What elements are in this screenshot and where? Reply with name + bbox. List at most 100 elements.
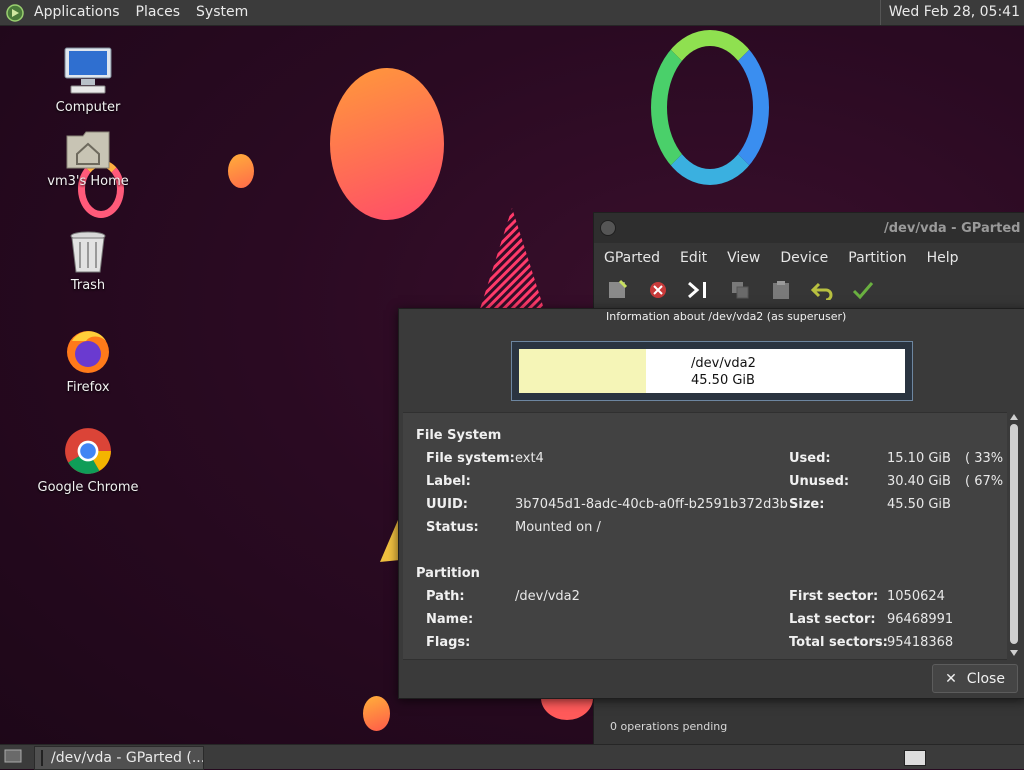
wallpaper-orange-oval — [330, 68, 444, 220]
status-value: Mounted on / — [515, 520, 601, 535]
apply-icon — [852, 282, 874, 300]
close-button-label: Close — [966, 670, 1005, 687]
file-system-section-title: File System — [416, 428, 502, 443]
applications-menu[interactable]: Applications — [26, 0, 128, 25]
path-value: /dev/vda2 — [515, 589, 580, 604]
desktop-icon-label: Computer — [55, 100, 121, 115]
computer-icon — [64, 47, 112, 94]
scrollbar-thumb[interactable] — [1010, 424, 1018, 644]
copy-button[interactable] — [725, 277, 755, 303]
gparted-titlebar[interactable]: /dev/vda - GParted (as s — [594, 213, 1024, 243]
wallpaper-small-orange-dot — [228, 154, 254, 188]
scroll-up-arrow-icon[interactable] — [1010, 414, 1018, 420]
flags-label: Flags: — [426, 635, 471, 650]
places-menu[interactable]: Places — [128, 0, 189, 25]
bottom-taskbar: /dev/vda - GParted (... — [0, 744, 1024, 770]
unused-percent: ( 67% ) — [965, 474, 1007, 489]
workspace-switcher[interactable] — [904, 750, 926, 766]
delete-partition-button[interactable] — [643, 277, 673, 303]
gparted-toolbar — [594, 273, 1024, 307]
show-desktop-icon[interactable] — [4, 748, 22, 764]
uuid-label: UUID: — [426, 497, 468, 512]
menu-gparted[interactable]: GParted — [594, 250, 670, 266]
resize-move-icon — [688, 281, 706, 299]
menu-view[interactable]: View — [717, 250, 770, 266]
path-label: Path: — [426, 589, 465, 604]
taskbar-item-gparted[interactable]: /dev/vda - GParted (... — [34, 746, 204, 770]
file-system-label: File system: — [426, 451, 515, 466]
total-sectors-label: Total sectors: — [789, 635, 888, 650]
status-label: Status: — [426, 520, 479, 535]
partition-bar-size: 45.50 GiB — [691, 373, 755, 388]
menu-partition[interactable]: Partition — [838, 250, 916, 266]
clock[interactable]: Wed Feb 28, 05:41 — [879, 0, 1020, 25]
desktop-icon-chrome[interactable]: Google Chrome — [33, 426, 143, 495]
partition-graphic: /dev/vda2 45.50 GiB — [511, 341, 913, 401]
partition-bar-device: /dev/vda2 — [691, 356, 756, 371]
total-sectors-value: 95418368 — [887, 635, 954, 650]
resize-move-button[interactable] — [684, 277, 714, 303]
top-panel: Applications Places System Wed Feb 28, 0… — [0, 0, 1024, 26]
trash-icon — [70, 231, 106, 273]
last-sector-label: Last sector: — [789, 612, 876, 627]
label-label: Label: — [426, 474, 471, 489]
delete-icon — [650, 282, 666, 298]
partition-used-fill — [519, 349, 647, 393]
desktop-icon-computer[interactable]: Computer — [33, 46, 143, 115]
first-sector-value: 1050624 — [887, 589, 945, 604]
undo-icon — [810, 282, 833, 300]
close-icon: ✕ — [945, 670, 957, 687]
menu-device[interactable]: Device — [770, 250, 838, 266]
gparted-menubar: GParted Edit View Device Partition Help — [594, 243, 1024, 273]
close-button[interactable]: ✕ Close — [932, 664, 1018, 693]
window-title: /dev/vda - GParted (as s — [884, 221, 1024, 236]
file-system-value: ext4 — [515, 451, 544, 466]
desktop-icon-label: Google Chrome — [37, 480, 139, 495]
desktop-icon-home[interactable]: vm3's Home — [33, 130, 143, 189]
system-menu[interactable]: System — [188, 0, 256, 25]
home-folder-icon — [66, 131, 110, 169]
new-partition-button[interactable] — [602, 277, 632, 303]
taskbar-item-label: /dev/vda - GParted (... — [51, 750, 204, 766]
desktop-icon-firefox[interactable]: Firefox — [33, 326, 143, 395]
desktop-icon-label: Trash — [70, 278, 106, 293]
last-sector-value: 96468991 — [887, 612, 954, 627]
wallpaper-gradient-ring — [651, 30, 769, 185]
desktop-icon-label: Firefox — [66, 380, 110, 395]
undo-button[interactable] — [807, 277, 837, 303]
unused-label: Unused: — [789, 474, 850, 489]
paste-button[interactable] — [766, 277, 796, 303]
chrome-icon — [65, 428, 111, 474]
desktop-icon-label: vm3's Home — [47, 174, 129, 189]
firefox-icon — [67, 331, 109, 373]
copy-icon — [732, 282, 749, 299]
details-scrollbar[interactable] — [1007, 412, 1021, 658]
used-label: Used: — [789, 451, 831, 466]
distro-logo-icon[interactable] — [6, 3, 24, 22]
window-menu-icon[interactable] — [600, 220, 616, 236]
used-percent: ( 33% ) — [965, 451, 1007, 466]
used-value: 15.10 GiB — [887, 451, 951, 466]
desktop-icon-trash[interactable]: Trash — [33, 230, 143, 293]
unused-value: 30.40 GiB — [887, 474, 951, 489]
first-sector-label: First sector: — [789, 589, 879, 604]
size-label: Size: — [789, 497, 825, 512]
partition-bar: /dev/vda2 45.50 GiB — [519, 349, 905, 393]
toolbar-tooltip: Information about /dev/vda2 (as superuse… — [606, 310, 847, 323]
gparted-app-icon — [41, 750, 43, 766]
name-label: Name: — [426, 612, 474, 627]
apply-button[interactable] — [848, 277, 878, 303]
partition-bar-label: /dev/vda2 45.50 GiB — [691, 355, 756, 389]
partition-info-dialog: /dev/vda2 45.50 GiB File System File sys… — [398, 308, 1024, 699]
operations-pending-status: 0 operations pending — [610, 720, 728, 733]
menu-help[interactable]: Help — [917, 250, 969, 266]
uuid-value: 3b7045d1-8adc-40cb-a0ff-b2591b372d3b — [515, 497, 788, 512]
partition-section-title: Partition — [416, 566, 480, 581]
details-panel: File System File system: ext4 Label: UUI… — [403, 412, 1007, 660]
scroll-down-arrow-icon[interactable] — [1010, 650, 1018, 656]
wallpaper-striped-triangle — [480, 208, 544, 309]
menu-edit[interactable]: Edit — [670, 250, 717, 266]
new-icon — [609, 279, 628, 298]
size-value: 45.50 GiB — [887, 497, 951, 512]
wallpaper-bottom-dot — [363, 696, 390, 731]
